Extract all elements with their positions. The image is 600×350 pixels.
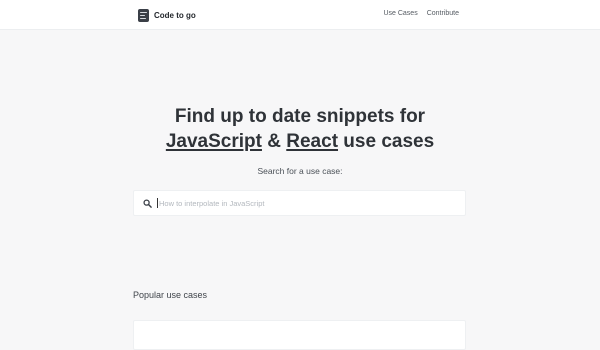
nav-link-use-cases[interactable]: Use Cases <box>383 10 417 17</box>
nav-link-contribute[interactable]: Contribute <box>427 10 459 17</box>
search-icon <box>143 198 152 208</box>
hero: Find up to date snippets for JavaScript … <box>0 104 600 154</box>
search-input[interactable] <box>157 198 465 208</box>
code-logo-icon <box>138 8 149 22</box>
javascript-link[interactable]: JavaScript <box>166 131 262 152</box>
navbar: Code to go Use Cases Contribute <box>0 0 600 30</box>
hero-heading: Find up to date snippets for JavaScript … <box>0 104 600 154</box>
search-label: Search for a use case: <box>257 166 343 176</box>
hero-ampersand: & <box>267 131 281 152</box>
brand-link[interactable]: Code to go <box>138 8 196 22</box>
react-link[interactable]: React <box>286 131 338 152</box>
hero-line-1: Find up to date snippets for <box>174 106 426 127</box>
search-box[interactable] <box>133 190 466 216</box>
popular-use-cases-list <box>133 320 466 350</box>
brand-name: Code to go <box>154 10 196 20</box>
popular-use-cases-heading: Popular use cases <box>133 290 208 300</box>
hero-suffix: use cases <box>343 131 435 152</box>
nav-links: Use Cases Contribute <box>383 10 459 17</box>
